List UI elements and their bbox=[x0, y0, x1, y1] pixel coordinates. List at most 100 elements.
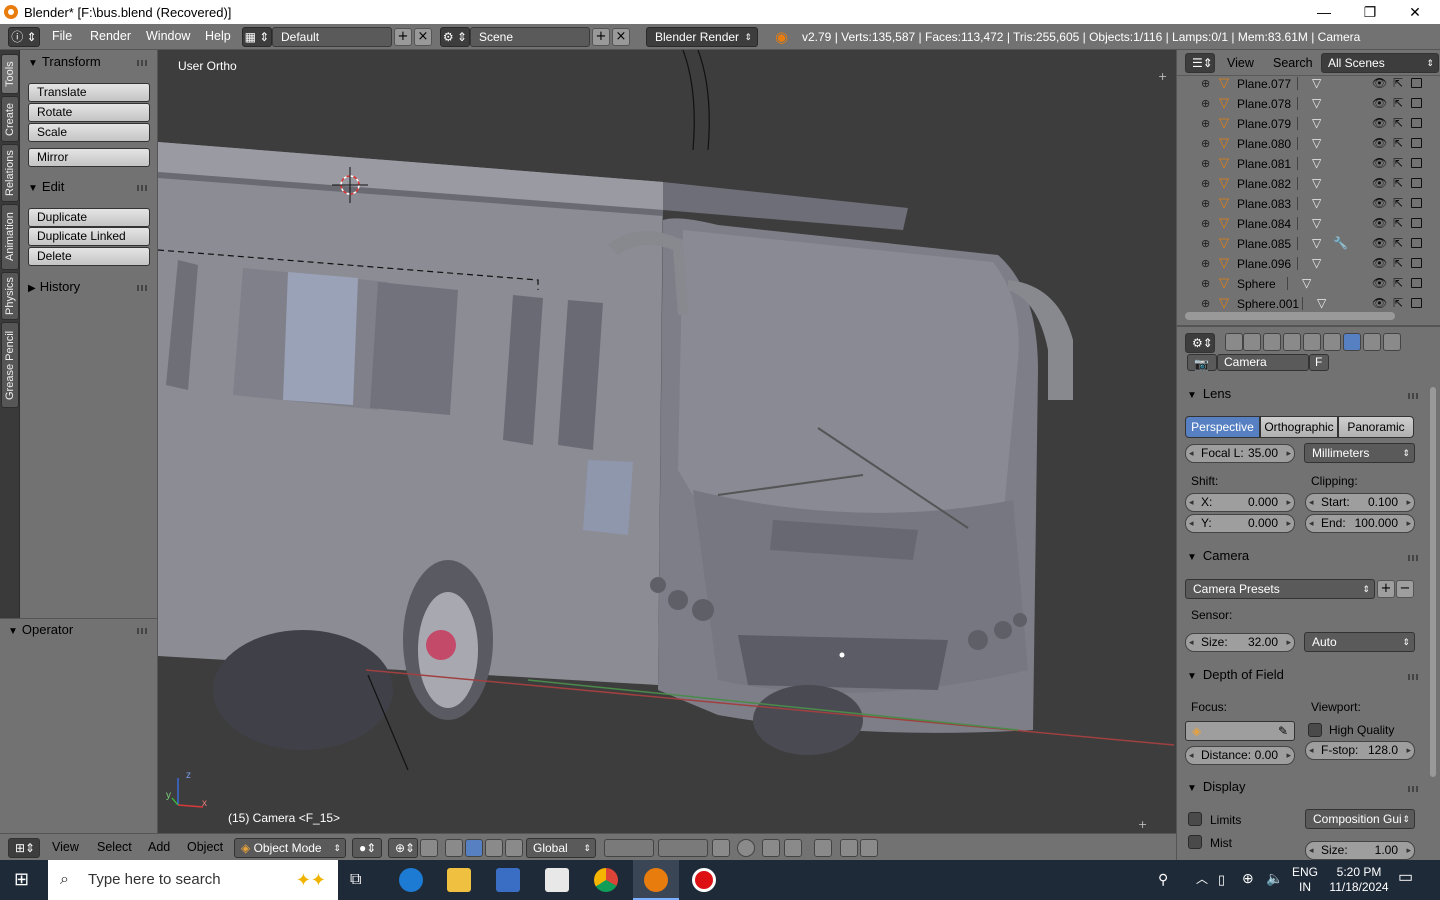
menu-window[interactable]: Window bbox=[136, 29, 200, 43]
add-layout-button[interactable]: + bbox=[394, 28, 412, 46]
notification-icon[interactable]: ▭ bbox=[1398, 870, 1413, 886]
screen-recorder-icon[interactable] bbox=[692, 868, 716, 892]
perspective-button[interactable]: Perspective bbox=[1185, 416, 1260, 438]
translate-manipulator-icon[interactable] bbox=[465, 839, 483, 857]
visibility-eye-icon[interactable]: 👁 bbox=[1372, 136, 1387, 150]
render-engine-dropdown[interactable]: Blender Render ⇕ bbox=[646, 27, 758, 47]
rotate-manipulator-icon[interactable] bbox=[485, 839, 503, 857]
focal-length-field[interactable]: Focal L:35.00 bbox=[1185, 444, 1295, 463]
renderability-camera-icon[interactable] bbox=[1411, 198, 1422, 208]
outliner-row[interactable]: ⊕ ▽ Sphere.001 ▽ 👁 ⇱ bbox=[1177, 294, 1440, 314]
chevron-up-icon[interactable]: ︿ bbox=[1196, 872, 1208, 887]
visibility-eye-icon[interactable]: 👁 bbox=[1372, 276, 1387, 290]
selectability-cursor-icon[interactable]: ⇱ bbox=[1393, 216, 1403, 230]
renderability-camera-icon[interactable] bbox=[1411, 138, 1422, 148]
selectability-cursor-icon[interactable]: ⇱ bbox=[1393, 96, 1403, 110]
language-indicator[interactable]: ENG IN bbox=[1290, 865, 1320, 895]
texture-tab-icon[interactable] bbox=[1363, 333, 1381, 351]
renderability-camera-icon[interactable] bbox=[1411, 278, 1422, 288]
selectability-cursor-icon[interactable]: ⇱ bbox=[1393, 276, 1403, 290]
mesh-data-icon[interactable]: ▽ bbox=[1312, 76, 1321, 90]
taskbar-search-box[interactable]: ⌕ Type here to search ✦✦ bbox=[48, 860, 338, 900]
maximize-button[interactable]: ❐ bbox=[1347, 0, 1393, 24]
expand-icon[interactable]: ⊕ bbox=[1201, 157, 1210, 170]
chrome-icon[interactable] bbox=[594, 868, 618, 892]
mesh-data-icon[interactable]: ▽ bbox=[1302, 276, 1311, 290]
mirror-button[interactable]: Mirror bbox=[28, 148, 150, 167]
panel-drag-handle[interactable] bbox=[137, 628, 149, 634]
mesh-data-icon[interactable]: ▽ bbox=[1312, 216, 1321, 230]
outliner-horizontal-scrollbar[interactable] bbox=[1185, 312, 1395, 320]
lens-panel-header[interactable]: ▼ Lens bbox=[1187, 386, 1231, 401]
clip-end-field[interactable]: End:100.000 bbox=[1305, 514, 1415, 533]
renderability-camera-icon[interactable] bbox=[1411, 78, 1422, 88]
camera-presets-dropdown[interactable]: Camera Presets ⇕ bbox=[1185, 579, 1375, 599]
expand-icon[interactable]: ⊕ bbox=[1201, 77, 1210, 90]
render-tab-icon[interactable] bbox=[1225, 333, 1243, 351]
network-icon[interactable]: ⊕ bbox=[1242, 871, 1254, 886]
snap-element-icon[interactable] bbox=[784, 839, 802, 857]
transform-orientation-dropdown[interactable]: Global ⇕ bbox=[526, 838, 596, 858]
visibility-eye-icon[interactable]: 👁 bbox=[1372, 256, 1387, 270]
panel-drag-handle[interactable] bbox=[137, 285, 149, 291]
layers-grid-icon[interactable] bbox=[658, 839, 708, 857]
visibility-eye-icon[interactable]: 👁 bbox=[1372, 216, 1387, 230]
renderability-camera-icon[interactable] bbox=[1411, 298, 1422, 308]
renderability-camera-icon[interactable] bbox=[1411, 158, 1422, 168]
menu-render[interactable]: Render bbox=[80, 29, 141, 43]
mesh-data-icon[interactable]: ▽ bbox=[1312, 256, 1321, 270]
selectability-cursor-icon[interactable]: ⇱ bbox=[1393, 196, 1403, 210]
outliner-row[interactable]: ⊕ ▽ Plane.077 ▽ 👁 ⇱ bbox=[1177, 74, 1440, 94]
expand-icon[interactable]: ⊕ bbox=[1201, 257, 1210, 270]
expand-icon[interactable]: ⊕ bbox=[1201, 197, 1210, 210]
renderability-camera-icon[interactable] bbox=[1411, 178, 1422, 188]
modifier-wrench-icon[interactable]: 🔧 bbox=[1333, 236, 1348, 250]
editor-type-outliner-icon[interactable]: ☰⇕ bbox=[1185, 53, 1215, 73]
edge-icon[interactable] bbox=[399, 868, 423, 892]
composition-guides-dropdown[interactable]: Composition Gui ⇕ bbox=[1305, 809, 1415, 829]
manipulator-toggle-icon[interactable] bbox=[445, 839, 463, 857]
outliner-row[interactable]: ⊕ ▽ Plane.082 ▽ 👁 ⇱ bbox=[1177, 174, 1440, 194]
renderability-camera-icon[interactable] bbox=[1411, 258, 1422, 268]
mesh-data-icon[interactable]: ▽ bbox=[1312, 156, 1321, 170]
snap-target-icon[interactable] bbox=[814, 839, 832, 857]
screen-layout-icon[interactable]: ▦ ⇕ bbox=[242, 27, 272, 47]
layers-grid-icon[interactable] bbox=[604, 839, 654, 857]
device-icon[interactable]: ▯ bbox=[1218, 872, 1225, 887]
selectability-cursor-icon[interactable]: ⇱ bbox=[1393, 256, 1403, 270]
menu-file[interactable]: File bbox=[42, 29, 82, 43]
scene-name-field[interactable]: Scene bbox=[470, 27, 590, 47]
minimize-button[interactable]: — bbox=[1301, 0, 1347, 24]
tab-create[interactable]: Create bbox=[1, 96, 19, 142]
menu-select[interactable]: Select bbox=[97, 840, 132, 854]
mesh-data-icon[interactable]: ▽ bbox=[1312, 176, 1321, 190]
dof-distance-field[interactable]: Distance:0.00 bbox=[1185, 746, 1295, 765]
expand-icon[interactable]: ⊕ bbox=[1201, 297, 1210, 310]
mesh-data-icon[interactable]: ▽ bbox=[1312, 136, 1321, 150]
snap-toggle-icon[interactable] bbox=[762, 839, 780, 857]
camera-panel-header[interactable]: ▼ Camera bbox=[1187, 548, 1249, 563]
outliner-row[interactable]: ⊕ ▽ Plane.079 ▽ 👁 ⇱ bbox=[1177, 114, 1440, 134]
tab-physics[interactable]: Physics bbox=[1, 272, 19, 320]
file-explorer-icon[interactable] bbox=[447, 868, 471, 892]
translate-button[interactable]: Translate bbox=[28, 83, 150, 102]
outliner-row[interactable]: ⊕ ▽ Plane.083 ▽ 👁 ⇱ bbox=[1177, 194, 1440, 214]
render-layers-tab-icon[interactable] bbox=[1243, 333, 1261, 351]
shift-x-field[interactable]: X:0.000 bbox=[1185, 493, 1295, 512]
focus-object-field[interactable]: ◈ ✎ bbox=[1185, 721, 1295, 741]
selectability-cursor-icon[interactable]: ⇱ bbox=[1393, 156, 1403, 170]
menu-add[interactable]: Add bbox=[148, 840, 170, 854]
mesh-data-icon[interactable]: ▽ bbox=[1312, 236, 1321, 250]
fake-user-button[interactable]: F bbox=[1309, 354, 1329, 371]
outliner-menu-view[interactable]: View bbox=[1227, 56, 1254, 70]
expand-icon[interactable]: ⊕ bbox=[1201, 177, 1210, 190]
visibility-eye-icon[interactable]: 👁 bbox=[1372, 116, 1387, 130]
selectability-cursor-icon[interactable]: ⇱ bbox=[1393, 176, 1403, 190]
renderability-camera-icon[interactable] bbox=[1411, 218, 1422, 228]
person-icon[interactable]: ⚲ bbox=[1158, 872, 1168, 887]
layout-name-field[interactable]: Default bbox=[272, 27, 392, 47]
operator-panel-header[interactable]: ▼ Operator bbox=[8, 622, 73, 637]
outliner-row[interactable]: ⊕ ▽ Plane.081 ▽ 👁 ⇱ bbox=[1177, 154, 1440, 174]
visibility-eye-icon[interactable]: 👁 bbox=[1372, 96, 1387, 110]
remove-preset-button[interactable]: − bbox=[1396, 580, 1414, 598]
